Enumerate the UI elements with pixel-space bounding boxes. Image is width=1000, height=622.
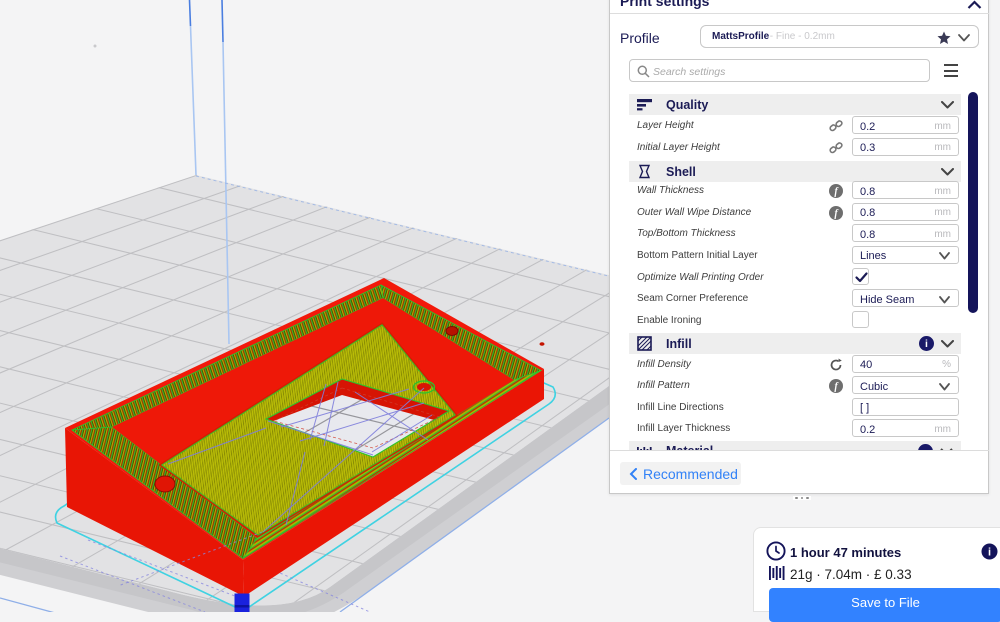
svg-text:i: i <box>925 338 928 350</box>
svg-text:i: i <box>988 547 991 559</box>
